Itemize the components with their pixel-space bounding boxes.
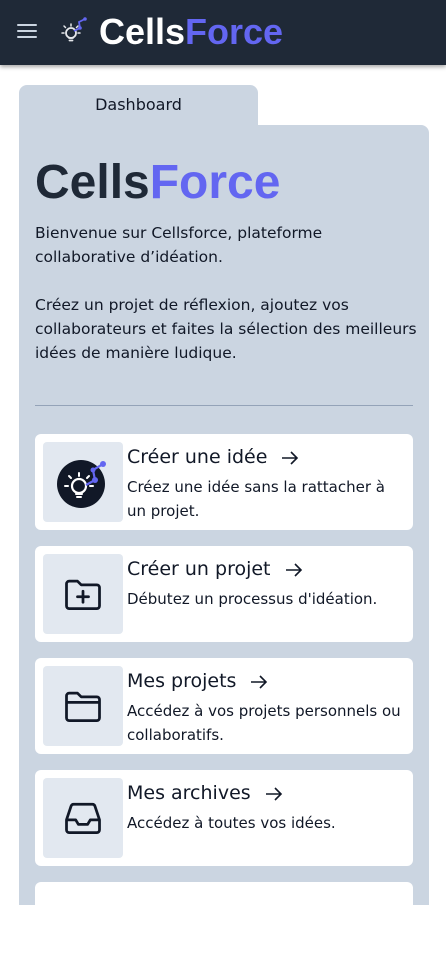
card-icon-box (43, 666, 123, 746)
arrow-right-icon (282, 450, 299, 465)
create-idea-card[interactable]: Créer une idée Créez une idée sans la ra… (35, 434, 413, 530)
card-title: Mes archives (127, 781, 283, 805)
brand-part-2: Force (185, 11, 284, 52)
card-title-text: Mes projets (127, 670, 237, 692)
card-icon-box (43, 554, 123, 634)
card-title-text: Créer une idée (127, 446, 268, 468)
my-archives-card[interactable]: Mes archives Accédez à toutes vos idées. (35, 770, 413, 866)
card-description: Accédez à toutes vos idées. (127, 814, 336, 832)
folder-icon (65, 691, 101, 723)
top-bar: CellsForce (0, 0, 446, 65)
card-icon-box (43, 778, 123, 858)
arrow-right-icon (285, 562, 302, 577)
card-description: Créez une idée sans la rattacher à un pr… (127, 478, 385, 520)
dashboard-panel: CellsForce Bienvenue sur Cellsforce, pla… (19, 125, 429, 978)
next-card-partial[interactable] (35, 882, 413, 978)
brand-name[interactable]: CellsForce (99, 10, 283, 54)
arrow-right-icon (265, 786, 282, 801)
hero-title-part-2: Force (149, 156, 281, 209)
create-project-card[interactable]: Créer un projet Débutez un processus d'i… (35, 546, 413, 642)
lightbulb-logo-icon[interactable] (60, 16, 90, 46)
card-description: Débutez un processus d'idéation. (127, 590, 378, 608)
card-description: Accédez à vos projets personnels ou coll… (127, 702, 401, 744)
idea-logo-icon (57, 460, 106, 508)
my-projects-card[interactable]: Mes projets Accédez à vos projets person… (35, 658, 413, 754)
card-title: Créer un projet (127, 557, 303, 581)
hero-title-part-1: Cells (35, 156, 150, 209)
card-icon-box (43, 442, 123, 522)
hamburger-menu-icon[interactable] (17, 24, 37, 42)
divider (35, 405, 413, 406)
card-title-text: Mes archives (127, 782, 251, 804)
card-title: Mes projets (127, 669, 268, 693)
inbox-icon (65, 802, 101, 835)
folder-plus-icon (65, 579, 101, 611)
intro-paragraph-1: Bienvenue sur Cellsforce, plateforme col… (35, 224, 323, 266)
arrow-right-icon (251, 674, 268, 689)
card-title-text: Créer un projet (127, 558, 271, 580)
intro-paragraph-2: Créez un projet de réflexion, ajoutez vo… (35, 296, 417, 362)
intro-text: Bienvenue sur Cellsforce, plateforme col… (35, 221, 419, 389)
brand-part-1: Cells (99, 11, 186, 52)
tab-dashboard[interactable]: Dashboard (19, 85, 258, 127)
card-title: Créer une idée (127, 445, 299, 469)
hero-title: CellsForce (35, 155, 280, 211)
